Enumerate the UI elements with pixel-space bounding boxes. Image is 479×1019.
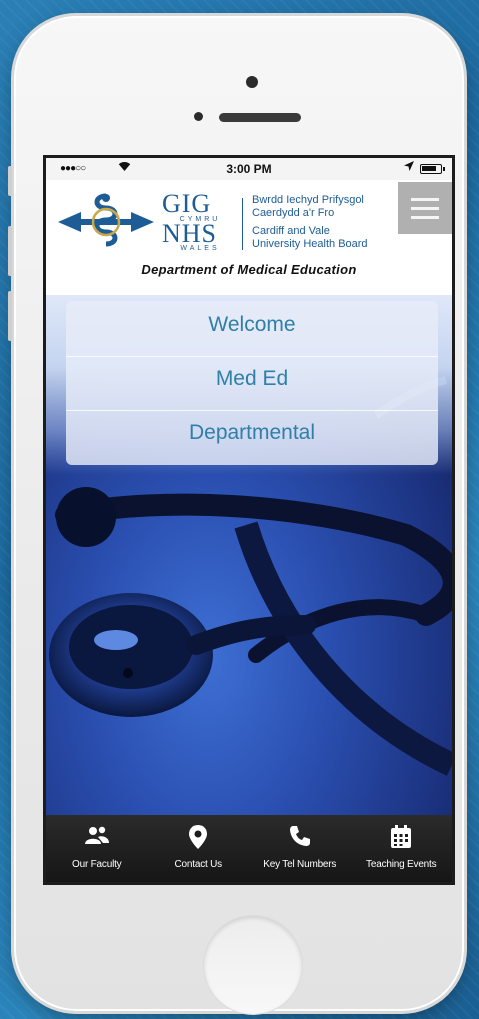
nhs-wales-logo-icon [58,193,154,247]
status-time: 3:00 PM [226,162,272,176]
tab-teaching-events[interactable]: Teaching Events [351,815,453,882]
volume-up-button [8,226,12,276]
tab-label: Teaching Events [366,859,437,870]
front-camera [246,76,258,88]
nav-link-med-ed[interactable]: Med Ed [66,367,438,391]
tab-our-faculty[interactable]: Our Faculty [46,815,148,882]
board-line-english-2: University Health Board [252,238,368,250]
bottom-tab-bar: Our Faculty Contact Us Key Tel Numbers T… [46,815,453,882]
location-pin-icon [148,825,250,851]
gig-nhs-wordmark: GIG CYMRU NHS WALES [162,189,238,253]
header-divider [242,198,243,250]
battery-icon [420,164,445,174]
location-services-icon [404,161,414,174]
nav-link-welcome[interactable]: Welcome [66,313,438,337]
main-nav-card: Welcome Med Ed Departmental [66,301,438,465]
menu-bar-icon [411,206,439,210]
home-button[interactable] [204,916,302,1014]
gig-text: GIG [162,189,212,218]
status-bar: ●●●○○ 3:00 PM [46,158,452,180]
tab-key-tel-numbers[interactable]: Key Tel Numbers [249,815,351,882]
tab-contact-us[interactable]: Contact Us [148,815,250,882]
nhs-text: NHS [162,219,218,248]
earpiece-speaker [219,113,301,122]
tab-label: Key Tel Numbers [263,859,337,870]
calendar-icon [351,825,453,851]
volume-down-button [8,291,12,341]
nav-divider [66,356,438,357]
nav-link-departmental[interactable]: Departmental [66,421,438,445]
hamburger-menu-button[interactable] [398,182,452,234]
menu-bar-icon [411,197,439,201]
department-title: Department of Medical Education [141,262,357,277]
mute-switch [8,166,12,196]
nav-divider [66,410,438,411]
hero-stethoscope-image: Welcome Med Ed Departmental [46,295,452,815]
tab-label: Contact Us [174,859,223,870]
app-header: GIG CYMRU NHS WALES Bwrdd Iechyd Prifysg… [46,180,452,295]
phone-screen: ●●●○○ 3:00 PM GIG CYMRU NHS WALES Bwrdd … [43,155,455,885]
users-icon [46,825,148,851]
phone-icon [249,825,351,851]
menu-bar-icon [411,215,439,219]
tab-label: Our Faculty [72,859,122,870]
proximity-sensor [194,112,203,121]
